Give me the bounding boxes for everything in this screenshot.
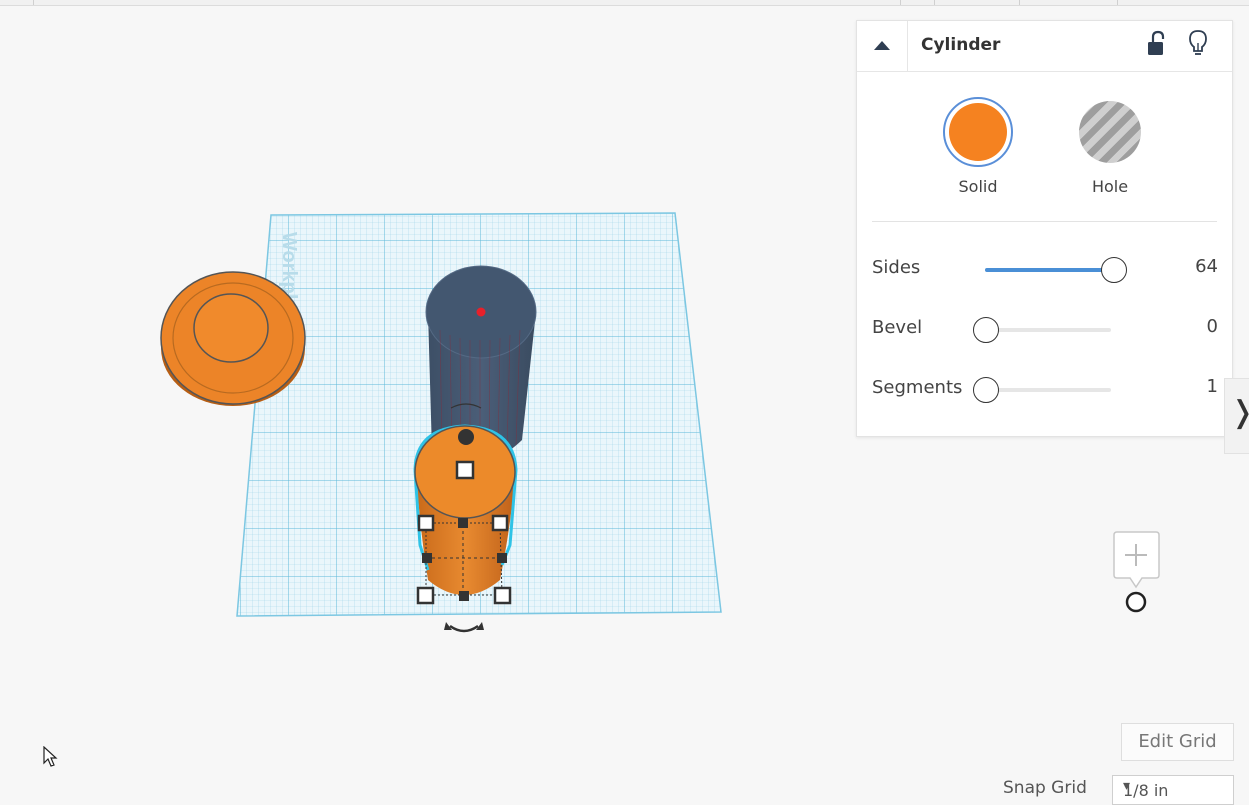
unlock-icon[interactable] — [1145, 30, 1167, 58]
solid-label: Solid — [958, 177, 998, 196]
solid-color-swatch[interactable] — [943, 97, 1013, 167]
rotate-arrow-icon[interactable] — [444, 622, 484, 633]
edit-grid-button[interactable]: Edit Grid — [1121, 723, 1234, 761]
resize-handle[interactable] — [491, 514, 509, 532]
segments-label: Segments — [872, 377, 963, 398]
edge-handle[interactable] — [422, 553, 432, 563]
zoom-controls[interactable] — [1112, 531, 1162, 615]
resize-handle[interactable] — [416, 586, 435, 605]
edge-handle[interactable] — [497, 553, 507, 563]
bevel-label: Bevel — [872, 317, 923, 338]
segments-value[interactable]: 1 — [1178, 376, 1218, 397]
bevel-slider-knob[interactable] — [973, 317, 999, 343]
height-handle[interactable] — [458, 429, 474, 445]
hole-label: Hole — [1091, 177, 1129, 196]
caret-up-icon — [874, 41, 890, 50]
solid-option[interactable]: Solid — [933, 97, 1023, 196]
hole-option[interactable]: Hole — [1065, 97, 1155, 196]
bevel-slider[interactable] — [985, 328, 1111, 332]
panel-divider — [872, 221, 1217, 222]
orange-disc-shape[interactable] — [160, 271, 306, 406]
sides-label: Sides — [872, 257, 921, 278]
lightbulb-icon[interactable] — [1187, 29, 1209, 59]
snap-grid-label: Snap Grid — [1003, 778, 1087, 798]
hole-swatch[interactable] — [1075, 97, 1145, 167]
mouse-pointer-icon — [43, 746, 58, 767]
collapse-button[interactable] — [857, 21, 908, 71]
resize-handle[interactable] — [493, 586, 512, 605]
edge-handle[interactable] — [458, 518, 468, 528]
shape-name[interactable]: Cylinder — [921, 35, 1000, 55]
shape-inspector-panel: Cylinder Solid Hole Sides 64 Bevel 0 Seg… — [856, 20, 1233, 437]
segments-slider-knob[interactable] — [973, 377, 999, 403]
center-marker-icon — [476, 307, 486, 317]
bevel-value[interactable]: 0 — [1178, 316, 1218, 337]
chevron-right-icon: ❭ — [1230, 395, 1249, 430]
inspector-header: Cylinder — [857, 21, 1232, 72]
sides-slider[interactable] — [985, 268, 1111, 272]
sides-value[interactable]: 64 — [1178, 256, 1218, 277]
resize-handle[interactable] — [417, 514, 435, 532]
edge-handle[interactable] — [459, 591, 469, 601]
lift-handle[interactable] — [455, 460, 475, 480]
selected-cylinder-shape[interactable] — [413, 424, 518, 633]
sides-slider-knob[interactable] — [1101, 257, 1127, 283]
side-panel-toggle[interactable]: ❭ — [1224, 378, 1249, 454]
zoom-handle[interactable] — [1125, 591, 1147, 613]
segments-slider[interactable] — [985, 388, 1111, 392]
snap-grid-select[interactable]: 1/8 in ▾ — [1112, 775, 1234, 805]
